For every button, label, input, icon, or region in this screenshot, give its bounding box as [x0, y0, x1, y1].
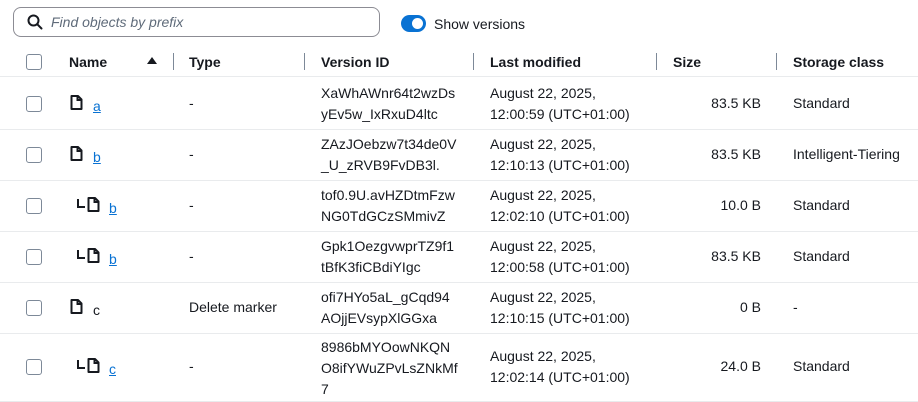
last-modified-time: 12:00:58 (UTC+01:00): [490, 258, 630, 275]
row-checkbox[interactable]: [26, 197, 42, 214]
column-divider[interactable]: [304, 53, 305, 70]
object-size: 0 B: [739, 298, 761, 315]
storage-class: Standard: [793, 94, 850, 111]
object-type: -: [189, 196, 194, 213]
storage-class: -: [793, 298, 798, 315]
last-modified-date: August 22, 2025,: [490, 348, 596, 364]
storage-class: Standard: [793, 247, 850, 264]
version-id-line-1: 8986bMYOowNKQN: [321, 339, 451, 355]
row-checkbox[interactable]: [26, 359, 42, 375]
object-type: -: [189, 358, 194, 374]
version-id-line-2: NG0TdGCzSMmivZ: [321, 207, 446, 224]
version-id-line-2: yEv5w_IxRxuD4ltc: [321, 105, 438, 122]
version-branch-icon: [77, 249, 85, 259]
table-header: Name Type Version ID Last modified Size …: [0, 48, 918, 77]
search-input[interactable]: [51, 14, 351, 30]
version-id-line-2: AOjjEVsypXlGGxa: [321, 309, 437, 326]
file-icon: [87, 196, 100, 212]
object-name-link[interactable]: b: [109, 198, 117, 219]
object-name-link[interactable]: b: [93, 147, 101, 168]
last-modified-date: August 22, 2025,: [490, 135, 596, 152]
version-id-line-1: tof0.9U.avHZDtmFzw: [321, 186, 455, 203]
storage-class: Standard: [793, 196, 850, 213]
version-branch-icon: [77, 198, 85, 208]
version-id-line-1: ofi7HYo5aL_gCqd94: [321, 288, 450, 305]
last-modified-date: August 22, 2025,: [490, 186, 596, 203]
file-icon: [87, 247, 100, 263]
table-row[interactable]: c - 8986bMYOowNKQN O8ifYWuZPvLsZNkMf 7 August…: [0, 333, 918, 402]
select-all-checkbox[interactable]: [26, 54, 42, 70]
row-checkbox[interactable]: [26, 248, 42, 265]
column-header-name[interactable]: Name: [69, 54, 107, 70]
row-checkbox[interactable]: [26, 95, 42, 112]
table-row[interactable]: c Delete marker ofi7HYo5aL_gCqd94 AOjjEVsyp…: [0, 282, 918, 334]
object-size: 83.5 KB: [711, 247, 761, 264]
version-id-line-1: ZAzJOebzw7t34de0V: [321, 135, 457, 152]
file-icon: [87, 358, 100, 373]
storage-class: Intelligent-Tiering: [793, 145, 900, 162]
table-row[interactable]: b - ZAzJOebzw7t34de0V _U_zRVB9FvDB3l. August…: [0, 129, 918, 181]
object-size: 24.0 B: [720, 358, 761, 374]
show-versions-label: Show versions: [434, 15, 526, 32]
object-type: -: [189, 94, 194, 111]
object-size: 10.0 B: [720, 196, 761, 213]
object-size: 83.5 KB: [711, 94, 761, 111]
show-versions-control[interactable]: Show versions: [401, 15, 525, 32]
object-name-link[interactable]: c: [109, 359, 116, 380]
storage-class: Standard: [793, 358, 850, 374]
version-id-line-2: O8ifYWuZPvLsZNkMf: [321, 360, 458, 376]
object-name-link[interactable]: b: [109, 249, 117, 270]
row-checkbox[interactable]: [26, 146, 42, 163]
object-size: 83.5 KB: [711, 145, 761, 162]
last-modified-time: 12:00:59 (UTC+01:00): [490, 105, 630, 122]
last-modified-time: 12:02:10 (UTC+01:00): [490, 207, 630, 224]
object-type: -: [189, 247, 194, 264]
toggle-knob: [412, 18, 423, 29]
last-modified-date: August 22, 2025,: [490, 288, 596, 305]
file-icon: [70, 145, 83, 161]
last-modified-time: 12:10:15 (UTC+01:00): [490, 309, 630, 326]
table-row[interactable]: b - tof0.9U.avHZDtmFzw NG0TdGCzSMmivZ August…: [0, 180, 918, 232]
version-id-line-2: _U_zRVB9FvDB3l.: [321, 156, 440, 173]
table-row[interactable]: b - Gpk1OezgvwprTZ9f1 tBfK3fiCBdiYIgc August…: [0, 231, 918, 283]
version-id-line-3: 7: [321, 381, 329, 397]
file-icon: [70, 94, 83, 110]
column-header-last-modified[interactable]: Last modified: [490, 54, 581, 70]
object-type: -: [189, 145, 194, 162]
show-versions-toggle[interactable]: [401, 15, 426, 32]
column-divider[interactable]: [656, 53, 657, 70]
version-id-line-2: tBfK3fiCBdiYIgc: [321, 258, 421, 275]
last-modified-time: 12:02:14 (UTC+01:00): [490, 369, 630, 385]
last-modified-date: August 22, 2025,: [490, 84, 596, 101]
version-branch-icon: [77, 360, 85, 369]
version-id-line-1: XaWhAWnr64t2wzDs: [321, 84, 456, 101]
column-divider[interactable]: [473, 53, 474, 70]
column-divider[interactable]: [173, 53, 174, 70]
object-type: Delete marker: [189, 298, 277, 315]
column-header-type[interactable]: Type: [189, 54, 221, 70]
search-field[interactable]: [13, 7, 380, 37]
version-id-line-1: Gpk1OezgvwprTZ9f1: [321, 237, 455, 254]
last-modified-time: 12:10:13 (UTC+01:00): [490, 156, 630, 173]
row-checkbox[interactable]: [26, 299, 42, 316]
object-name-link[interactable]: a: [93, 96, 101, 117]
table-row[interactable]: a - XaWhAWnr64t2wzDs yEv5w_IxRxuD4ltc August…: [0, 78, 918, 130]
object-name: c: [93, 301, 100, 318]
column-header-storage-class[interactable]: Storage class: [793, 54, 884, 70]
search-icon: [27, 14, 43, 30]
column-header-version-id[interactable]: Version ID: [321, 54, 389, 70]
column-divider[interactable]: [776, 53, 777, 70]
sort-ascending-icon[interactable]: [147, 57, 157, 64]
last-modified-date: August 22, 2025,: [490, 237, 596, 254]
file-icon: [70, 298, 83, 314]
column-header-size[interactable]: Size: [673, 54, 701, 70]
